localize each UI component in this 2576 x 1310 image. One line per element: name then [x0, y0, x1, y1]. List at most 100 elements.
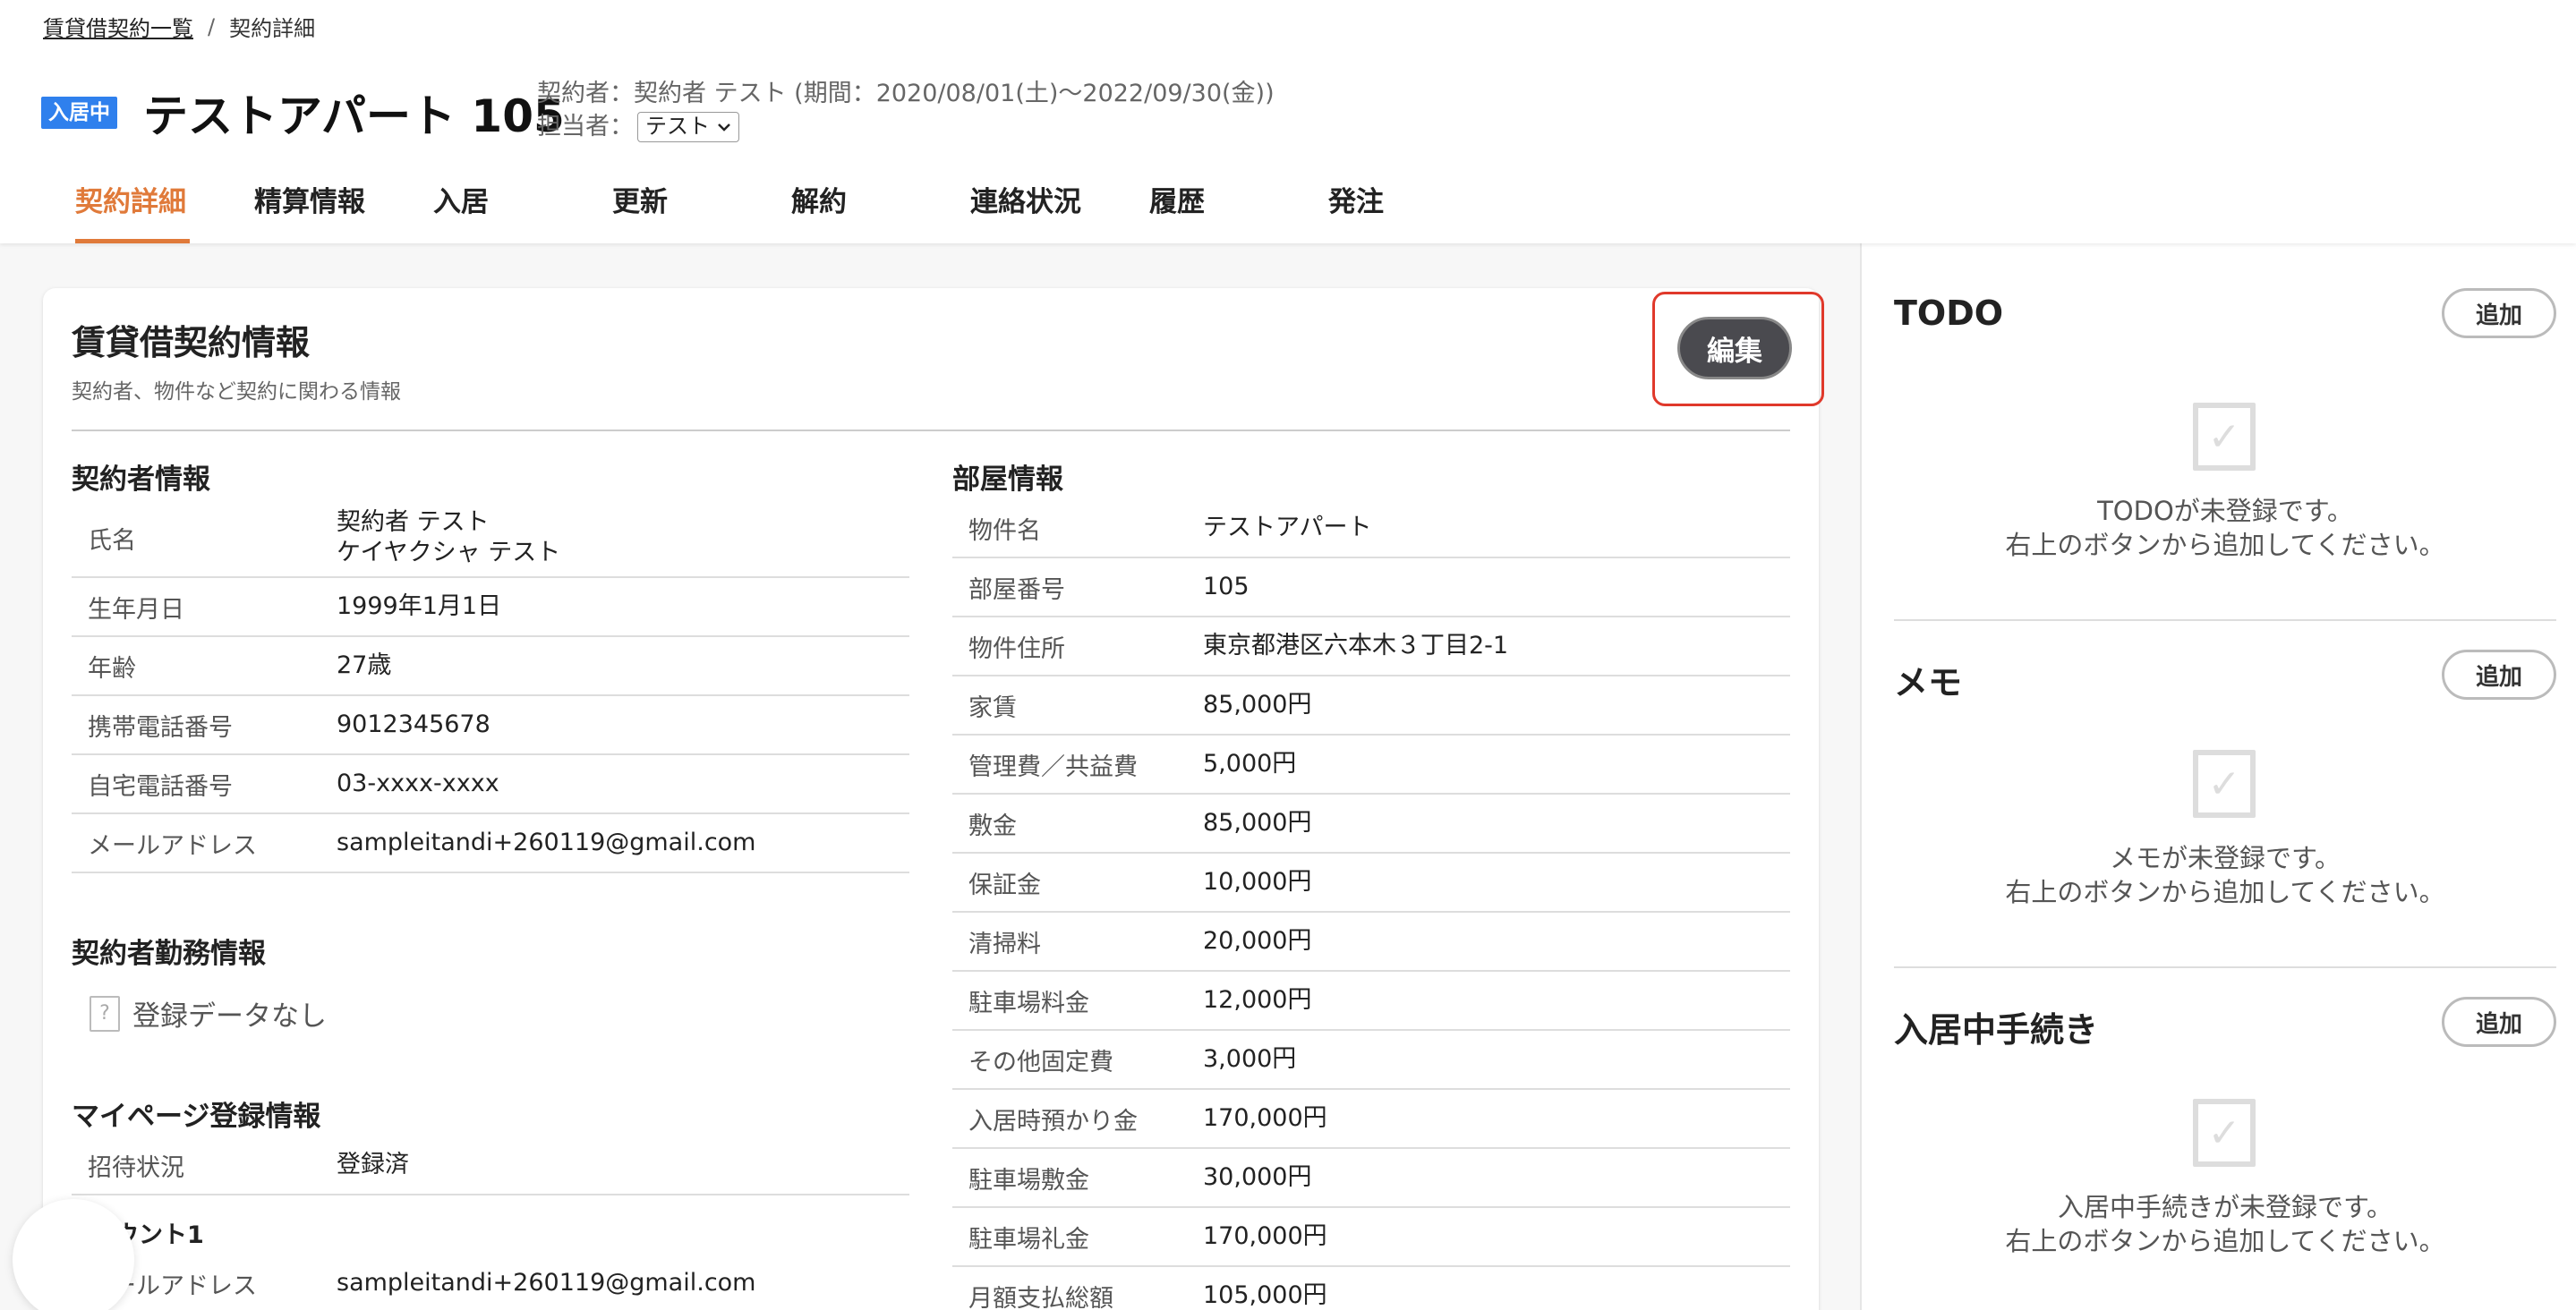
row-value: 10,000円 — [1203, 868, 1312, 896]
table-row: 自宅電話番号 03-xxxx-xxxx — [72, 755, 909, 814]
table-row: メールアドレス sampleitandi+260119@gmail.com — [72, 814, 909, 873]
room-table: 物件名 テストアパート 部屋番号 105 物件住所 東京都港区六本木３丁目2-1 家賃… — [952, 499, 1790, 1310]
header: 賃貸借契約一覧 / 契約詳細 入居中 テストアパート 105 契約者：契約者 テ… — [0, 0, 2576, 243]
table-row: 物件名 テストアパート — [952, 499, 1790, 558]
table-row: 家賃 85,000円 — [952, 676, 1790, 736]
assignee-row: 担当者： テスト — [537, 110, 1275, 143]
row-value: 5,000円 — [1203, 750, 1297, 778]
memo-empty-line1: メモが未登録です。 — [2109, 843, 2341, 873]
table-row: メールアドレス sampleitandi+260119@gmail.com — [72, 1255, 909, 1310]
row-value: テストアパート — [1203, 514, 1372, 541]
row-label: 部屋番号 — [968, 575, 1065, 604]
todo-empty-message: TODOが未登録です。 右上のボタンから追加してください。 — [1894, 494, 2556, 562]
name-kana: ケイヤクシャ テスト — [337, 539, 561, 566]
tab-cancellation[interactable]: 解約 — [772, 179, 951, 243]
row-label: 自宅電話番号 — [88, 772, 233, 801]
checkbox-icon: ✓ — [2193, 1099, 2256, 1167]
table-row: 清掃料 20,000円 — [952, 913, 1790, 972]
tab-contact-status[interactable]: 連絡状況 — [951, 179, 1130, 243]
row-label: 家賃 — [968, 693, 1017, 722]
row-label: 駐車場料金 — [968, 989, 1089, 1017]
table-row: 入居時預かり金 170,000円 — [952, 1090, 1790, 1149]
row-label: 生年月日 — [88, 595, 184, 624]
breadcrumb-parent-link[interactable]: 賃貸借契約一覧 — [43, 11, 193, 42]
row-label: 年齢 — [88, 654, 136, 683]
table-row: 部屋番号 105 — [952, 558, 1790, 617]
row-label: 駐車場礼金 — [968, 1225, 1089, 1254]
procedure-empty-line1: 入居中手続きが未登録です。 — [2057, 1192, 2393, 1222]
procedure-title: 入居中手続き — [1894, 1010, 2099, 1050]
tab-bar: 契約詳細 精算情報 入居 更新 解約 連絡状況 履歴 発注 — [55, 179, 1488, 243]
contractor-table: 氏名 契約者 テスト ケイヤクシャ テスト 生年月日 1999年1月1日 年齢 … — [72, 499, 909, 873]
checkbox-icon: ✓ — [2193, 403, 2256, 471]
todo-empty-line2: 右上のボタンから追加してください。 — [2005, 530, 2445, 560]
row-value: 3,000円 — [1203, 1045, 1297, 1073]
edit-button[interactable]: 編集 — [1677, 317, 1792, 379]
breadcrumb: 賃貸借契約一覧 / 契約詳細 — [43, 11, 315, 42]
row-value: 登録済 — [337, 1151, 409, 1178]
row-value: 1999年1月1日 — [337, 592, 502, 620]
row-value: 東京都港区六本木３丁目2-1 — [1203, 632, 1509, 659]
breadcrumb-current: 契約詳細 — [229, 16, 316, 41]
row-value: 契約者 テスト ケイヤクシャ テスト — [337, 507, 560, 568]
chevron-down-icon — [718, 123, 730, 132]
card-title: 賃貸借契約情報 — [72, 323, 311, 362]
table-row: 管理費／共益費 5,000円 — [952, 736, 1790, 795]
assignee-select[interactable]: テスト — [637, 111, 739, 142]
assignee-value: テスト — [645, 114, 710, 139]
tab-settlement[interactable]: 精算情報 — [235, 179, 414, 243]
row-label: 氏名 — [88, 526, 136, 555]
page: 賃貸借契約一覧 / 契約詳細 入居中 テストアパート 105 契約者：契約者 テ… — [0, 0, 2576, 1310]
checkbox-icon: ✓ — [2193, 750, 2256, 818]
side-divider — [1894, 619, 2556, 621]
document-question-icon: ? — [90, 995, 120, 1032]
empty-text: 登録データなし — [132, 1000, 327, 1033]
table-row: 保証金 10,000円 — [952, 854, 1790, 913]
tab-contract-detail[interactable]: 契約詳細 — [55, 179, 235, 243]
memo-title: メモ — [1894, 663, 1963, 702]
row-label: 管理費／共益費 — [968, 753, 1138, 781]
row-label: 入居時預かり金 — [968, 1107, 1138, 1136]
todo-add-button[interactable]: 追加 — [2442, 288, 2556, 338]
tab-history[interactable]: 履歴 — [1130, 179, 1309, 243]
row-label: 月額支払総額 — [968, 1284, 1113, 1310]
table-row: 物件住所 東京都港区六本木３丁目2-1 — [952, 617, 1790, 676]
memo-add-button[interactable]: 追加 — [2442, 650, 2556, 700]
floating-action-circle[interactable] — [13, 1199, 134, 1310]
status-badge: 入居中 — [41, 97, 117, 129]
table-row: 招待状況 登録済 — [72, 1136, 909, 1195]
breadcrumb-separator: / — [208, 13, 216, 39]
row-value: 27歳 — [337, 651, 392, 679]
row-value: 20,000円 — [1203, 927, 1312, 955]
todo-empty-line1: TODOが未登録です。 — [2097, 496, 2353, 526]
procedure-empty-message: 入居中手続きが未登録です。 右上のボタンから追加してください。 — [1894, 1190, 2556, 1258]
row-value: 30,000円 — [1203, 1163, 1312, 1191]
row-label: 招待状況 — [88, 1153, 184, 1182]
tab-renewal[interactable]: 更新 — [593, 179, 772, 243]
card-divider — [72, 430, 1790, 431]
procedure-add-button[interactable]: 追加 — [2442, 997, 2556, 1047]
table-row: 駐車場料金 12,000円 — [952, 972, 1790, 1031]
todo-section: TODO 追加 ✓ TODOが未登録です。 右上のボタンから追加してください。 — [1894, 288, 2556, 621]
row-value: 85,000円 — [1203, 809, 1312, 837]
row-label: メールアドレス — [88, 831, 257, 860]
memo-empty-line2: 右上のボタンから追加してください。 — [2005, 877, 2445, 907]
name-kanji: 契約者 テスト — [337, 508, 490, 536]
tab-move-in[interactable]: 入居 — [414, 179, 593, 243]
table-row: その他固定費 3,000円 — [952, 1031, 1790, 1090]
row-value: 170,000円 — [1203, 1222, 1327, 1250]
row-value: 105 — [1203, 573, 1250, 600]
table-row: 年齢 27歳 — [72, 637, 909, 696]
row-value: sampleitandi+260119@gmail.com — [337, 829, 756, 856]
row-label: 物件住所 — [968, 634, 1065, 663]
table-row: 氏名 契約者 テスト ケイヤクシャ テスト — [72, 499, 909, 578]
row-label: 清掃料 — [968, 930, 1041, 958]
row-value: 03-xxxx-xxxx — [337, 770, 499, 797]
contract-meta: 契約者：契約者 テスト (期間：2020/08/01(土)〜2022/09/30… — [537, 77, 1275, 143]
memo-section: メモ 追加 ✓ メモが未登録です。 右上のボタンから追加してください。 — [1894, 650, 2556, 968]
assignee-label: 担当者： — [537, 113, 634, 140]
contract-info-card: 賃貸借契約情報 契約者、物件など契約に関わる情報 編集 契約者情報 氏名 契約者… — [43, 288, 1824, 1310]
side-divider — [1894, 966, 2556, 968]
row-value: 170,000円 — [1203, 1104, 1327, 1132]
tab-order[interactable]: 発注 — [1309, 179, 1488, 243]
